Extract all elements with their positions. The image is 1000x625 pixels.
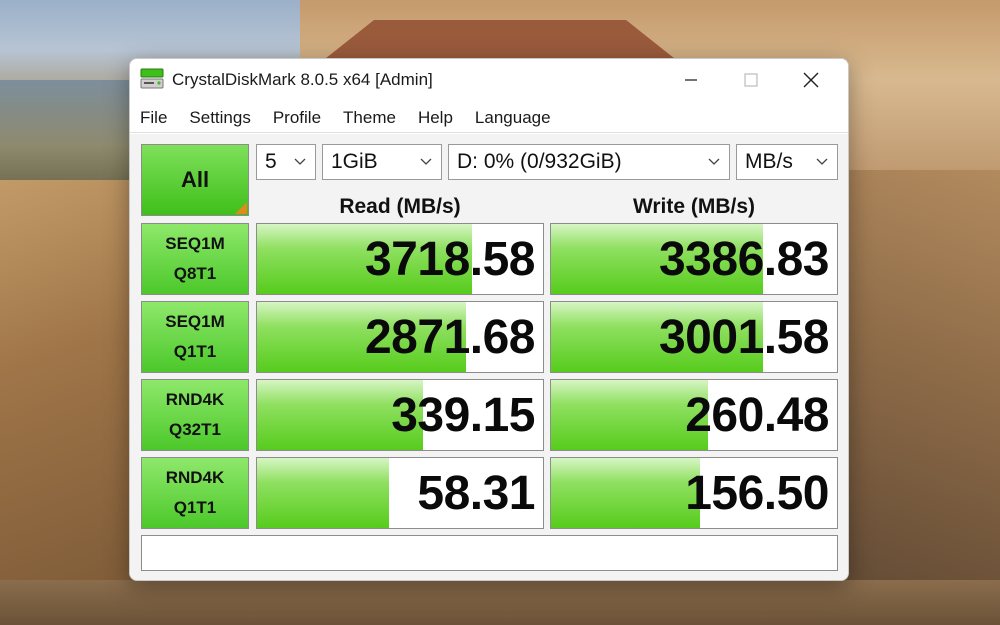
- test-size-select[interactable]: 1GiB: [322, 144, 442, 180]
- chevron-down-icon: [816, 158, 828, 165]
- menu-bar: File Settings Profile Theme Help Languag…: [130, 103, 848, 133]
- read-result-rnd4k-q1t1: 58.31: [256, 457, 544, 529]
- desktop-background-hill: [0, 80, 135, 190]
- window-title: CrystalDiskMark 8.0.5 x64 [Admin]: [172, 70, 433, 89]
- read-result-value: 339.15: [391, 388, 535, 442]
- crystaldiskmark-window: CrystalDiskMark 8.0.5 x64 [Admin] File S…: [129, 58, 849, 581]
- test-count-value: 5: [265, 150, 277, 173]
- menu-settings[interactable]: Settings: [189, 108, 250, 128]
- write-result-seq1m-q8t1: 3386.83: [550, 223, 838, 295]
- menu-profile[interactable]: Profile: [273, 108, 321, 128]
- write-result-value: 3001.58: [658, 310, 830, 364]
- minimize-icon: [685, 79, 697, 81]
- test-count-select[interactable]: 5: [256, 144, 316, 180]
- unit-value: MB/s: [745, 150, 793, 173]
- read-column-header: Read (MB/s): [339, 195, 461, 218]
- test-label-line2: Q1T1: [173, 342, 217, 361]
- chevron-down-icon: [708, 158, 720, 165]
- read-result-bar: [257, 458, 389, 528]
- read-result-value: 58.31: [417, 466, 535, 520]
- test-label-line1: SEQ1M: [165, 234, 225, 253]
- test-button-rnd4k-q32t1[interactable]: RND4K Q32T1: [141, 379, 249, 451]
- run-all-label: All: [180, 167, 210, 192]
- write-column-header: Write (MB/s): [632, 195, 756, 218]
- read-result-value: 3718.58: [364, 232, 536, 286]
- corner-marker-icon: [235, 202, 247, 214]
- test-label-line2: Q32T1: [169, 420, 221, 439]
- menu-help[interactable]: Help: [418, 108, 453, 128]
- unit-select[interactable]: MB/s: [736, 144, 838, 180]
- test-label-line1: RND4K: [165, 468, 225, 487]
- write-result-rnd4k-q1t1: 156.50: [550, 457, 838, 529]
- menu-language[interactable]: Language: [475, 108, 551, 128]
- test-label-line1: RND4K: [165, 390, 225, 409]
- menu-theme[interactable]: Theme: [343, 108, 396, 128]
- close-button[interactable]: [780, 59, 842, 101]
- write-result-seq1m-q1t1: 3001.58: [550, 301, 838, 373]
- menu-file[interactable]: File: [140, 108, 167, 128]
- desktop-background-bottom: [0, 580, 1000, 625]
- maximize-button[interactable]: [720, 59, 782, 101]
- chevron-down-icon: [420, 158, 432, 165]
- desktop-background-cliff-right: [848, 170, 1000, 625]
- write-result-value: 156.50: [685, 466, 829, 520]
- app-disk-icon: [140, 68, 164, 90]
- run-all-button[interactable]: All: [141, 144, 249, 216]
- test-label-line2: Q8T1: [173, 264, 217, 283]
- read-result-seq1m-q8t1: 3718.58: [256, 223, 544, 295]
- comment-input[interactable]: [141, 535, 838, 571]
- write-result-bar: [551, 458, 700, 528]
- test-size-value: 1GiB: [331, 150, 378, 173]
- write-result-value: 3386.83: [658, 232, 830, 286]
- title-bar[interactable]: CrystalDiskMark 8.0.5 x64 [Admin]: [130, 59, 848, 101]
- benchmark-panel: All 5 1GiB D: 0% (0/932GiB) MB/s Read (M…: [130, 134, 848, 580]
- drive-select[interactable]: D: 0% (0/932GiB): [448, 144, 730, 180]
- test-label-line1: SEQ1M: [165, 312, 225, 331]
- drive-value: D: 0% (0/932GiB): [457, 150, 622, 173]
- close-icon: [803, 72, 819, 88]
- chevron-down-icon: [294, 158, 306, 165]
- maximize-icon: [744, 73, 758, 87]
- write-result-rnd4k-q32t1: 260.48: [550, 379, 838, 451]
- read-result-value: 2871.68: [364, 310, 536, 364]
- minimize-button[interactable]: [660, 59, 722, 101]
- test-button-seq1m-q8t1[interactable]: SEQ1M Q8T1: [141, 223, 249, 295]
- test-button-rnd4k-q1t1[interactable]: RND4K Q1T1: [141, 457, 249, 529]
- read-result-rnd4k-q32t1: 339.15: [256, 379, 544, 451]
- read-result-seq1m-q1t1: 2871.68: [256, 301, 544, 373]
- desktop-background-cliff-left: [0, 180, 135, 625]
- write-result-value: 260.48: [685, 388, 829, 442]
- test-label-line2: Q1T1: [173, 498, 217, 517]
- test-button-seq1m-q1t1[interactable]: SEQ1M Q1T1: [141, 301, 249, 373]
